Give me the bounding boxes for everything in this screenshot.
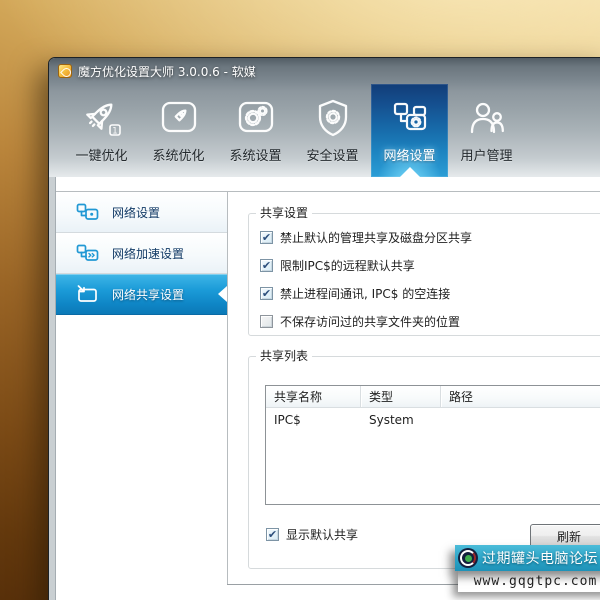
window-header: 魔方优化设置大师 3.0.0.6 - 软媒 1 一键优化 系统优化 系统设置 安… [49, 58, 600, 177]
checkbox-restrict-ipc-remote-share[interactable]: ✔ [260, 259, 273, 272]
cell-share-name: IPC$ [274, 413, 301, 427]
tab-label: 系统优化 [152, 149, 205, 164]
tab-security-settings[interactable]: 安全设置 [294, 84, 371, 177]
show-default-share-row: ✔ 显示默认共享 [266, 526, 358, 543]
network-acceleration-icon [76, 244, 99, 262]
checkbox-row: ✔ 禁止默认的管理共享及磁盘分区共享 [260, 229, 472, 246]
selected-tab-arrow [399, 167, 420, 177]
selected-item-arrow [218, 286, 227, 302]
check-icon: ✔ [261, 230, 272, 244]
sidebar-item-network-share[interactable]: 网络共享设置 [56, 274, 227, 315]
checkbox-label: 禁止默认的管理共享及磁盘分区共享 [280, 231, 473, 245]
tab-label: 安全设置 [306, 149, 359, 164]
sidebar-item-network-acceleration[interactable]: 网络加速设置 [56, 233, 227, 274]
sidebar-item-label: 网络共享设置 [112, 287, 185, 302]
checkbox-forbid-ipc-null-connection[interactable]: ✔ [260, 287, 273, 300]
forum-logo-icon [458, 548, 478, 568]
main-toolbar: 1 一键优化 系统优化 系统设置 安全设置 网络设置 用户管理 [49, 84, 600, 177]
tab-one-key-optimize[interactable]: 1 一键优化 [63, 84, 140, 177]
monitor-gears-icon [233, 98, 279, 138]
svg-text:1: 1 [112, 127, 117, 137]
checkbox-row: ✔ 限制IPC$的远程默认共享 [260, 257, 415, 274]
share-settings-group: 共享设置 ✔ 禁止默认的管理共享及磁盘分区共享 ✔ 限制IPC$的远程默认共享 … [248, 206, 600, 336]
app-logo-icon [58, 64, 72, 78]
shield-gear-icon [310, 98, 356, 138]
tab-label: 用户管理 [460, 149, 513, 164]
column-header-path[interactable]: 路径 [441, 386, 600, 407]
network-share-icon [76, 285, 99, 303]
checkbox-label: 限制IPC$的远程默认共享 [280, 259, 415, 273]
sidebar-item-network-settings[interactable]: 网络设置 [56, 192, 227, 233]
content-panel: 网络设置 网络加速设置 网络共享设置 共享设置 ✔ 禁止默认的管理共享及磁盘分区… [55, 177, 600, 600]
table-header: 共享名称 类型 路径 [266, 386, 600, 408]
title-bar[interactable]: 魔方优化设置大师 3.0.0.6 - 软媒 [49, 58, 600, 84]
forum-name: 过期罐头电脑论坛 [482, 551, 598, 567]
column-header-share-name[interactable]: 共享名称 [266, 386, 361, 407]
checkbox-row: ✔ 禁止进程间通讯, IPC$ 的空连接 [260, 285, 450, 302]
tab-label: 一键优化 [75, 149, 128, 164]
share-list-table[interactable]: 共享名称 类型 路径 IPC$ System [265, 385, 600, 505]
users-icon [464, 98, 510, 138]
group-title: 共享设置 [256, 206, 313, 221]
network-nodes-icon [387, 98, 433, 138]
forum-website: www.gqgtpc.com [473, 574, 598, 589]
checkbox-label: 不保存访问过的共享文件夹的位置 [280, 315, 461, 329]
group-title: 共享列表 [256, 349, 313, 364]
checkbox-dont-save-visited-share-folders[interactable] [260, 315, 273, 328]
rocket-badge-icon: 1 [79, 98, 125, 138]
network-settings-icon [76, 203, 99, 221]
checkbox-label: 禁止进程间通讯, IPC$ 的空连接 [280, 287, 451, 301]
tab-system-optimize[interactable]: 系统优化 [140, 84, 217, 177]
column-header-type[interactable]: 类型 [361, 386, 441, 407]
tab-system-settings[interactable]: 系统设置 [217, 84, 294, 177]
app-window: 魔方优化设置大师 3.0.0.6 - 软媒 1 一键优化 系统优化 系统设置 安… [48, 57, 600, 600]
window-title: 魔方优化设置大师 3.0.0.6 - 软媒 [78, 64, 256, 79]
cell-type: System [369, 413, 414, 427]
watermark-url-box: www.gqgtpc.com [458, 571, 600, 592]
tab-label: 网络设置 [383, 149, 436, 164]
sidebar-item-label: 网络设置 [112, 205, 161, 220]
checkbox-label: 显示默认共享 [286, 528, 359, 542]
tab-user-management[interactable]: 用户管理 [448, 84, 525, 177]
sidebar: 网络设置 网络加速设置 网络共享设置 [56, 192, 227, 315]
sidebar-divider [227, 191, 228, 585]
checkbox-show-default-share[interactable]: ✔ [266, 528, 279, 541]
checkbox-disable-admin-share[interactable]: ✔ [260, 231, 273, 244]
watermark-banner: 过期罐头电脑论坛 [455, 545, 600, 571]
check-icon: ✔ [267, 527, 278, 541]
sidebar-item-label: 网络加速设置 [112, 246, 185, 261]
tab-network-settings[interactable]: 网络设置 [371, 84, 448, 177]
check-icon: ✔ [261, 258, 272, 272]
monitor-rocket-icon [156, 98, 202, 138]
table-row[interactable]: IPC$ System [266, 408, 600, 432]
checkbox-row: 不保存访问过的共享文件夹的位置 [260, 313, 460, 330]
tab-label: 系统设置 [229, 149, 282, 164]
check-icon: ✔ [261, 286, 272, 300]
